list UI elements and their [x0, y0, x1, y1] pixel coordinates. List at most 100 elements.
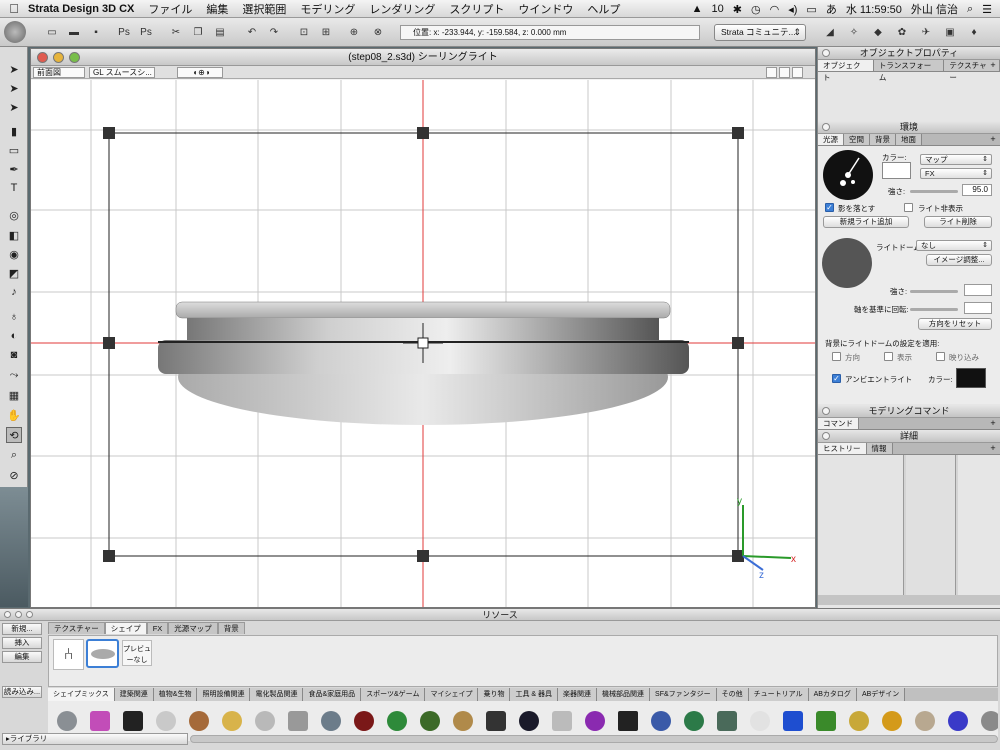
wifi-icon[interactable]: ◠	[770, 3, 780, 16]
eyedropper-tool-icon[interactable]: ⊘	[6, 467, 22, 483]
sphere-tool-icon[interactable]: ◉	[6, 246, 22, 262]
add-tab-icon[interactable]: +	[988, 443, 998, 453]
add-tab-icon[interactable]: +	[988, 60, 998, 70]
panel-minimize-icon[interactable]	[15, 611, 22, 618]
spotlight-icon[interactable]: ⌕	[967, 3, 973, 16]
panel-close-icon[interactable]	[4, 611, 11, 618]
tab-object[interactable]: オブジェクト	[818, 60, 874, 82]
time-machine-icon[interactable]: ◷	[751, 3, 761, 16]
light-icon[interactable]: ✧	[846, 24, 862, 40]
cat-tutorial[interactable]: チュートリアル	[748, 688, 809, 701]
panel-close-icon[interactable]	[822, 49, 830, 57]
tab-space[interactable]: 空間	[844, 134, 870, 145]
cat-tools[interactable]: 工具 & 器具	[510, 688, 559, 701]
direct-select-icon[interactable]: ➤	[6, 80, 22, 96]
add-light-button[interactable]: 新規ライト追加	[823, 216, 909, 228]
light-color-swatch[interactable]	[882, 162, 911, 179]
cat-ab-design[interactable]: ABデザイン	[856, 688, 906, 701]
shape-item[interactable]	[448, 704, 477, 737]
input-method-icon[interactable]: あ	[826, 1, 837, 17]
cat-ab-catalog[interactable]: ABカタログ	[808, 688, 857, 701]
group-select-icon[interactable]: ➤	[6, 99, 22, 115]
notification-badge[interactable]: 10	[712, 3, 724, 15]
shape-item[interactable]	[547, 704, 576, 737]
view-selector[interactable]: 前面図	[33, 67, 85, 78]
cat-machine-parts[interactable]: 機械部品関連	[597, 688, 651, 701]
shape-item[interactable]	[580, 704, 609, 737]
cat-my-shapes[interactable]: マイシェイプ	[425, 688, 479, 701]
tab-res-background[interactable]: 背景	[217, 622, 245, 634]
environment-header[interactable]: 環境	[818, 121, 1000, 134]
tab-command[interactable]: コマンド	[818, 418, 859, 429]
render-mode-selector[interactable]: GL スムースシ...	[89, 67, 155, 78]
3d-viewport[interactable]: y x z	[31, 80, 815, 607]
shape-item[interactable]	[184, 704, 213, 737]
shape-item[interactable]	[811, 704, 840, 737]
shape-item[interactable]	[613, 704, 642, 737]
status-icon[interactable]: ▲	[692, 3, 703, 15]
dome-show-checkbox[interactable]	[884, 352, 893, 361]
zoom-window-icon[interactable]	[69, 52, 80, 63]
add-tab-icon[interactable]: +	[988, 418, 998, 428]
cylinder-tool-icon[interactable]: ▮	[6, 123, 22, 139]
distribute-icon[interactable]: ⊗	[370, 24, 386, 40]
fx-dropdown[interactable]: FX	[920, 168, 992, 179]
edit-resource-button[interactable]: 編集	[2, 651, 42, 663]
cat-lighting[interactable]: 照明設備関連	[197, 688, 251, 701]
cat-sports-games[interactable]: スポーツ&ゲーム	[361, 688, 426, 701]
tab-res-fx[interactable]: FX	[146, 622, 169, 634]
tab-light[interactable]: 光源	[818, 134, 844, 145]
tab-background[interactable]: 背景	[870, 134, 896, 145]
map-dropdown[interactable]: マップ	[920, 154, 992, 165]
new-resource-button[interactable]: 新規...	[2, 623, 42, 635]
apple-menu-icon[interactable]: 	[0, 1, 28, 16]
panel-zoom-icon[interactable]	[26, 611, 33, 618]
menu-help[interactable]: ヘルプ	[587, 1, 620, 17]
redo-icon[interactable]: ↷	[266, 24, 282, 40]
shape-item[interactable]	[283, 704, 312, 737]
view-navigator-icon[interactable]: ◐⊕◑	[177, 67, 223, 78]
close-window-icon[interactable]	[37, 52, 48, 63]
library-scrollbar[interactable]	[190, 735, 998, 743]
volume-icon[interactable]: ◂)	[788, 3, 797, 16]
group-icon[interactable]: ⊡	[296, 24, 312, 40]
path-tool-icon[interactable]: ♪	[6, 284, 22, 300]
strength-field[interactable]: 95.0	[962, 184, 992, 196]
camera-tool-icon[interactable]: ◙	[6, 347, 22, 363]
hand-tool-icon[interactable]: ✋	[6, 407, 22, 423]
settings-gear-icon[interactable]: ✿	[894, 24, 910, 40]
history-scrollbar[interactable]	[818, 595, 1000, 605]
shape-item[interactable]	[382, 704, 411, 737]
rectangle-tool-icon[interactable]: ▭	[6, 142, 22, 158]
single-view-icon[interactable]	[779, 67, 790, 78]
open-folder-icon[interactable]: ▬	[66, 24, 82, 40]
viewport-scene[interactable]: y x z	[31, 80, 815, 607]
reset-direction-button[interactable]: 方向をリセット	[918, 318, 992, 330]
minimize-window-icon[interactable]	[53, 52, 64, 63]
chair-shape-thumb[interactable]: ⑃	[53, 639, 84, 670]
community-dropdown[interactable]: Strata コミュニテ...	[714, 24, 806, 41]
menu-window[interactable]: ウインドウ	[518, 1, 573, 17]
dome-strength-slider[interactable]	[910, 290, 958, 293]
insert-resource-button[interactable]: 挿入	[2, 637, 42, 649]
menu-selection[interactable]: 選択範囲	[242, 1, 286, 17]
new-document-icon[interactable]: ▭	[44, 24, 60, 40]
hide-light-checkbox[interactable]	[904, 203, 913, 212]
cat-other[interactable]: その他	[716, 688, 749, 701]
tab-res-shape[interactable]: シェイプ	[104, 622, 147, 634]
dome-direction-checkbox[interactable]	[832, 352, 841, 361]
ambient-light-checkbox[interactable]: ✓	[832, 374, 841, 383]
pen-tool-icon[interactable]: ✒	[6, 161, 22, 177]
details-header[interactable]: 詳細	[818, 430, 1000, 443]
tab-info[interactable]: 情報	[866, 443, 893, 454]
menubar-clock[interactable]: 水 11:59:50	[846, 1, 902, 17]
spot-light-tool-icon[interactable]: ◐	[6, 328, 22, 344]
extrude-tool-icon[interactable]: ◧	[6, 227, 22, 243]
shape-item[interactable]	[250, 704, 279, 737]
panel-close-icon[interactable]	[822, 432, 830, 440]
zoom-tool-icon[interactable]: ⌕	[6, 447, 22, 463]
delete-light-button[interactable]: ライト削除	[924, 216, 992, 228]
light-bulb-tool-icon[interactable]: ♁	[6, 309, 22, 325]
copy-icon[interactable]: ❐	[190, 24, 206, 40]
rotate-axis-slider[interactable]	[910, 308, 958, 311]
